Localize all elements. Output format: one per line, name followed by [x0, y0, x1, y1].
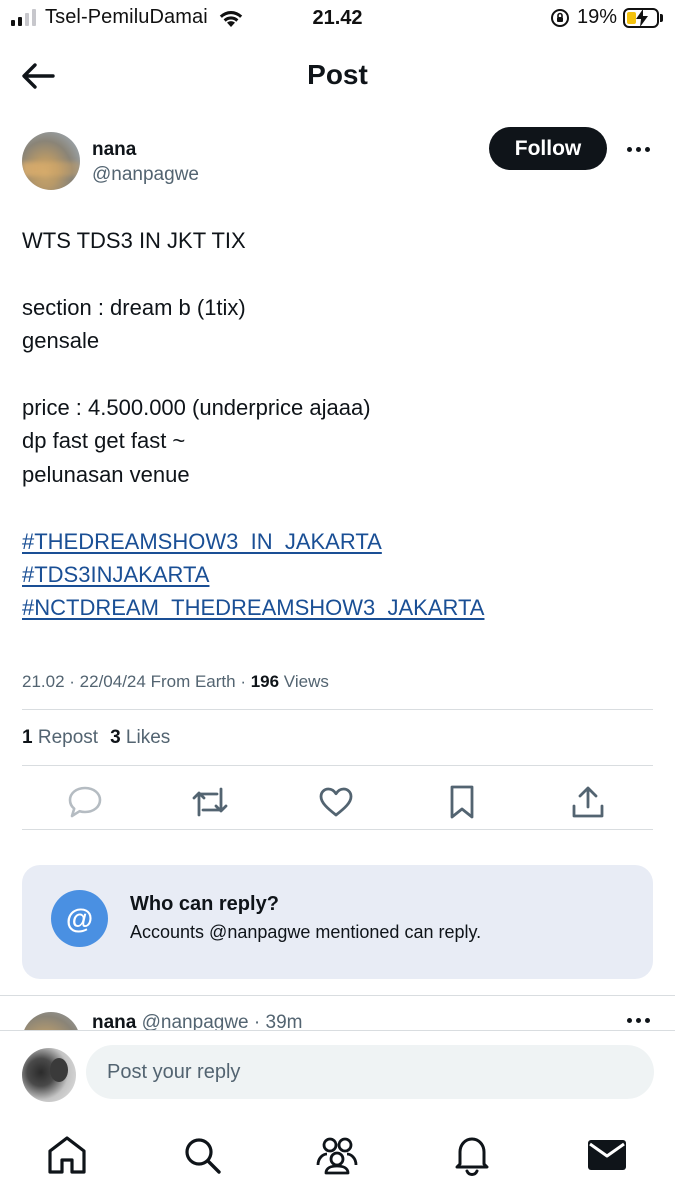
status-right: 19%: [550, 6, 663, 29]
tab-notifications[interactable]: [449, 1132, 495, 1178]
post-stats: 1 Repost 3 Likes: [22, 727, 170, 749]
status-left: Tsel-PemiluDamai: [11, 6, 244, 29]
divider: [0, 995, 675, 996]
bookmark-icon: [450, 785, 474, 819]
bell-icon: [455, 1137, 489, 1176]
back-button[interactable]: [18, 58, 58, 94]
post-line: dp fast get fast ~: [22, 428, 186, 454]
reposts-count[interactable]: 1: [22, 727, 33, 748]
people-icon: [316, 1137, 358, 1175]
mention-icon: @: [51, 890, 108, 947]
post-line: section : dream b (1tix): [22, 294, 246, 320]
arrow-left-icon: [22, 63, 55, 89]
author-name[interactable]: nana: [92, 139, 136, 161]
divider: [22, 765, 653, 766]
author-avatar[interactable]: [22, 132, 80, 190]
views-label: Views: [279, 672, 329, 691]
tab-home[interactable]: [44, 1132, 90, 1178]
repost-icon: [192, 787, 228, 817]
user-avatar[interactable]: [22, 1048, 76, 1102]
reply-author: nana @nanpagwe · 39m: [92, 1012, 302, 1030]
post-location: From Earth: [145, 672, 236, 691]
reposts-label[interactable]: Repost: [33, 727, 98, 748]
post-line: pelunasan venue: [22, 461, 190, 487]
battery-percent: 19%: [576, 6, 617, 28]
battery-tip: [660, 13, 663, 22]
wifi-icon: [219, 10, 242, 27]
orientation-lock-icon: [550, 8, 569, 27]
post-date: 22/04/24: [79, 672, 146, 691]
reply-avatar[interactable]: [22, 1012, 80, 1030]
ellipsis-icon: [626, 1017, 632, 1023]
status-bar: Tsel-PemiluDamai 21.42 19%: [0, 0, 675, 38]
page-title: Post: [307, 59, 368, 90]
home-icon: [48, 1136, 86, 1174]
share-icon: [572, 786, 604, 818]
follow-button[interactable]: Follow: [489, 127, 607, 170]
tab-communities[interactable]: [314, 1132, 360, 1178]
reply-composer: [0, 1030, 675, 1118]
post-line: WTS TDS3 IN JKT TIX: [22, 228, 246, 253]
hashtag-link[interactable]: #NCTDREAM_THEDREAMSHOW3_JAKARTA: [22, 595, 484, 620]
author-handle[interactable]: @nanpagwe: [92, 164, 199, 186]
views-count[interactable]: 196: [251, 672, 279, 691]
next-reply[interactable]: nana @nanpagwe · 39m: [0, 998, 675, 1030]
heart-icon: [319, 787, 353, 817]
mail-icon: [588, 1140, 626, 1170]
likes-count[interactable]: 3: [110, 727, 121, 748]
hashtag-link[interactable]: #TDS3INJAKARTA: [22, 562, 209, 587]
reply-button[interactable]: [65, 782, 105, 822]
share-button[interactable]: [568, 782, 608, 822]
who-can-reply-subtitle: Accounts @nanpagwe mentioned can reply.: [130, 922, 482, 942]
post-screen: Tsel-PemiluDamai 21.42 19% Post nana @na…: [0, 0, 675, 1200]
post-text: WTS TDS3 IN JKT TIX section : dream b (1…: [22, 224, 652, 625]
post-time: 21.02: [22, 672, 65, 691]
bookmark-button[interactable]: [442, 782, 482, 822]
hashtag-link[interactable]: #THEDREAMSHOW3_IN_JAKARTA: [22, 529, 382, 554]
likes-label[interactable]: Likes: [121, 727, 170, 748]
tab-search[interactable]: [179, 1132, 225, 1178]
action-bar: [22, 780, 653, 824]
signal-icon: [11, 9, 36, 26]
reply-input[interactable]: [86, 1045, 654, 1099]
header: Post: [0, 40, 675, 112]
post-meta: 21.02 · 22/04/24 From Earth · 196 Views: [22, 672, 329, 691]
ellipsis-icon: [626, 146, 632, 152]
bottom-tab-bar: [0, 1118, 675, 1200]
carrier-name: Tsel-PemiluDamai: [45, 6, 208, 28]
like-button[interactable]: [316, 782, 356, 822]
reply-handle-time: @nanpagwe · 39m: [136, 1012, 303, 1030]
comment-icon: [68, 786, 102, 818]
tab-messages[interactable]: [584, 1132, 630, 1178]
reply-more-button[interactable]: [620, 1012, 656, 1028]
battery-icon: [623, 7, 659, 28]
search-icon: [185, 1138, 221, 1174]
more-options-button[interactable]: [620, 137, 656, 161]
post-line: gensale: [22, 328, 100, 354]
divider: [22, 709, 653, 710]
who-can-reply-title: Who can reply?: [130, 893, 279, 915]
divider: [22, 829, 653, 830]
post-line: price : 4.500.000 (underprice ajaaa): [22, 394, 371, 420]
repost-button[interactable]: [190, 782, 230, 822]
who-can-reply-card: @ Who can reply? Accounts @nanpagwe ment…: [22, 865, 653, 979]
